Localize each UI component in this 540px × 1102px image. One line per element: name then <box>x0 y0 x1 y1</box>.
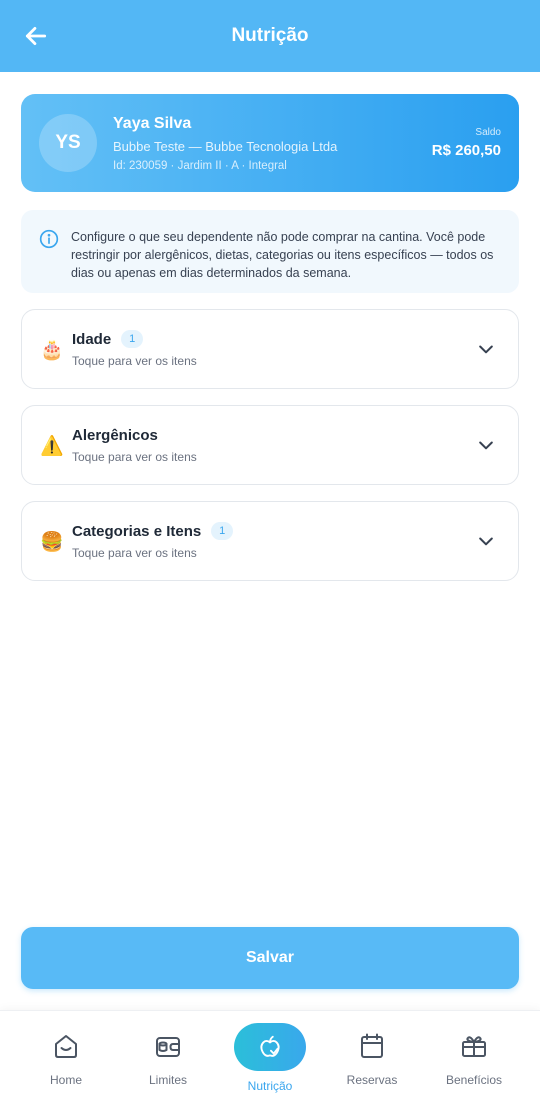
wallet-icon <box>156 1037 180 1057</box>
save-button[interactable]: Salvar <box>21 927 519 989</box>
nav-label: Limites <box>148 1073 187 1087</box>
calendar-icon <box>361 1033 383 1058</box>
burger-icon: 🍔 <box>40 532 64 553</box>
profile-info: Yaya Silva Bubbe Teste — Bubbe Tecnologi… <box>113 115 432 172</box>
dependent-meta: Id: 230059 · Jardim II · A · Integral <box>113 159 287 172</box>
nav-item-reservas[interactable]: Reservas <box>322 1031 422 1087</box>
cake-icon: 🎂 <box>40 340 64 361</box>
info-text: Configure o que seu dependente não pode … <box>71 230 494 280</box>
nav-label: Reservas <box>346 1073 398 1087</box>
section-title: Categorias e Itens <box>72 522 202 540</box>
chevron-down-icon <box>479 345 493 354</box>
section-categorias-itens[interactable]: 🍔 Categorias e Itens 1 Toque para ver os… <box>21 501 519 581</box>
back-button[interactable] <box>18 18 54 54</box>
nav-item-beneficios[interactable]: Benefícios <box>424 1031 524 1087</box>
chevron-down-icon <box>479 537 493 546</box>
avatar: YS <box>39 114 97 172</box>
home-icon <box>55 1035 77 1058</box>
balance-label: Saldo <box>475 127 501 138</box>
section-subtitle: Toque para ver os itens <box>72 546 197 560</box>
balance: Saldo R$ 260,50 <box>432 127 501 159</box>
nav-item-limites[interactable]: Limites <box>118 1031 218 1087</box>
dependent-profile-card: YS Yaya Silva Bubbe Teste — Bubbe Tecnol… <box>21 94 519 192</box>
nav-label: Benefícios <box>445 1073 503 1087</box>
section-subtitle: Toque para ver os itens <box>72 354 197 368</box>
nav-item-home[interactable]: Home <box>16 1031 116 1087</box>
nav-label: Nutrição <box>247 1079 293 1093</box>
section-title: Alergênicos <box>72 426 158 444</box>
app-header: Nutrição <box>0 0 540 72</box>
info-notice: Configure o que seu dependente não pode … <box>21 210 519 293</box>
nav-label: Home <box>49 1073 82 1087</box>
chevron-down-icon <box>479 441 493 450</box>
page-title: Nutrição <box>231 25 309 46</box>
warning-icon: ⚠️ <box>40 436 64 457</box>
bottom-navigation: Home Limites Nutrição Reservas Benefício… <box>0 1010 540 1102</box>
section-alergenicos[interactable]: ⚠️ Alergênicos Toque para ver os itens <box>21 405 519 485</box>
balance-value: R$ 260,50 <box>431 142 501 159</box>
dependent-company: Bubbe Teste — Bubbe Tecnologia Ltda <box>113 138 338 154</box>
nav-item-nutricao[interactable]: Nutrição <box>220 1023 320 1093</box>
section-subtitle: Toque para ver os itens <box>72 449 197 464</box>
active-indicator <box>234 1023 306 1071</box>
info-icon <box>39 229 59 249</box>
count-badge: 1 <box>121 330 144 348</box>
gift-icon <box>462 1036 486 1057</box>
section-idade[interactable]: 🎂 Idade 1 Toque para ver os itens <box>21 309 519 389</box>
dependent-name: Yaya Silva <box>113 114 192 132</box>
arrow-left-icon <box>25 27 47 45</box>
apple-icon <box>260 1035 280 1057</box>
count-badge: 1 <box>211 522 234 540</box>
section-title: Idade <box>72 330 112 348</box>
